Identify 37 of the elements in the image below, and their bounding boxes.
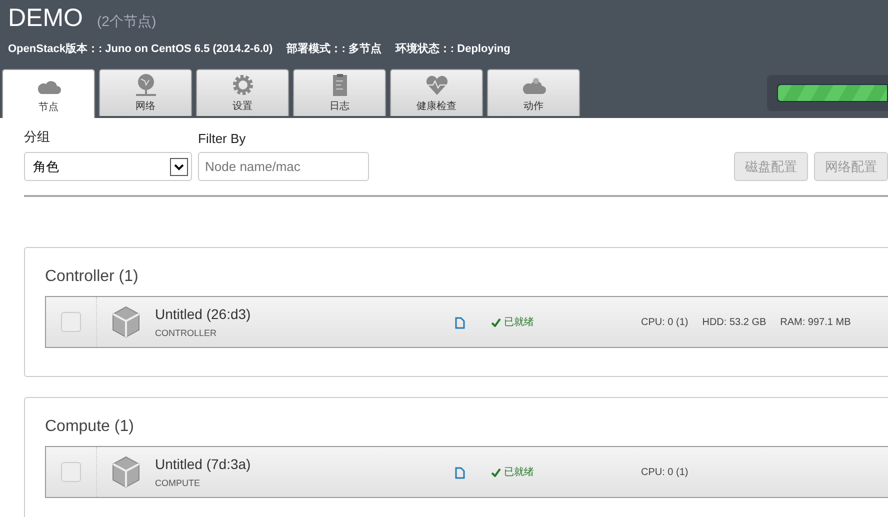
info-text: 环境状态：: Deploying — [395, 42, 510, 56]
info-text: 部署模式：: 多节点 — [286, 42, 382, 56]
node-count: (2个节点) — [97, 13, 156, 31]
node-status: 已就绪 — [491, 465, 641, 479]
info-text: OpenStack版本：: Juno on CentOS 6.5 (2014.2-6.0) — [8, 42, 273, 56]
tab[interactable]: 日志 — [293, 69, 386, 116]
field-label: Filter By — [198, 131, 247, 146]
node-spec: CPU: 0 (1) — [641, 466, 688, 478]
node-status: 已就绪 — [491, 315, 641, 329]
node-role: COMPUTE — [155, 478, 201, 488]
tab[interactable]: 节点 — [2, 69, 95, 118]
tab[interactable]: 动作 — [487, 69, 580, 116]
tab[interactable]: 健康检查 — [390, 69, 483, 116]
node-spec: RAM: 997.1 MB — [780, 316, 851, 328]
node-role: CONTROLLER — [155, 328, 218, 338]
group-select[interactable]: 角色 — [24, 152, 192, 181]
checkbox[interactable] — [61, 462, 81, 482]
group-title: Compute (1) — [45, 418, 135, 436]
field-label: 分组 — [24, 128, 51, 146]
check-icon — [491, 468, 501, 476]
check-icon — [491, 318, 501, 326]
node-name[interactable]: Untitled (26:d3) — [155, 306, 251, 322]
node-spec: HDD: 53.2 GB — [702, 316, 766, 328]
document-icon[interactable] — [455, 316, 465, 328]
node-name[interactable]: Untitled (7d:3a) — [155, 456, 251, 472]
tab[interactable]: 设置 — [196, 69, 289, 116]
filter-field[interactable]: Node name/mac — [198, 152, 369, 181]
dropdown-icon — [170, 158, 188, 176]
node-spec: CPU: 0 (1) — [641, 316, 688, 328]
environment-title: DEMO — [8, 4, 83, 33]
checkbox[interactable] — [61, 312, 81, 332]
document-icon[interactable] — [455, 466, 465, 478]
tab[interactable]: 网络 — [99, 69, 192, 116]
group-title: Controller (1) — [45, 268, 140, 286]
heart-icon — [424, 73, 450, 97]
cube-icon — [111, 305, 141, 339]
cube-icon — [111, 455, 141, 489]
